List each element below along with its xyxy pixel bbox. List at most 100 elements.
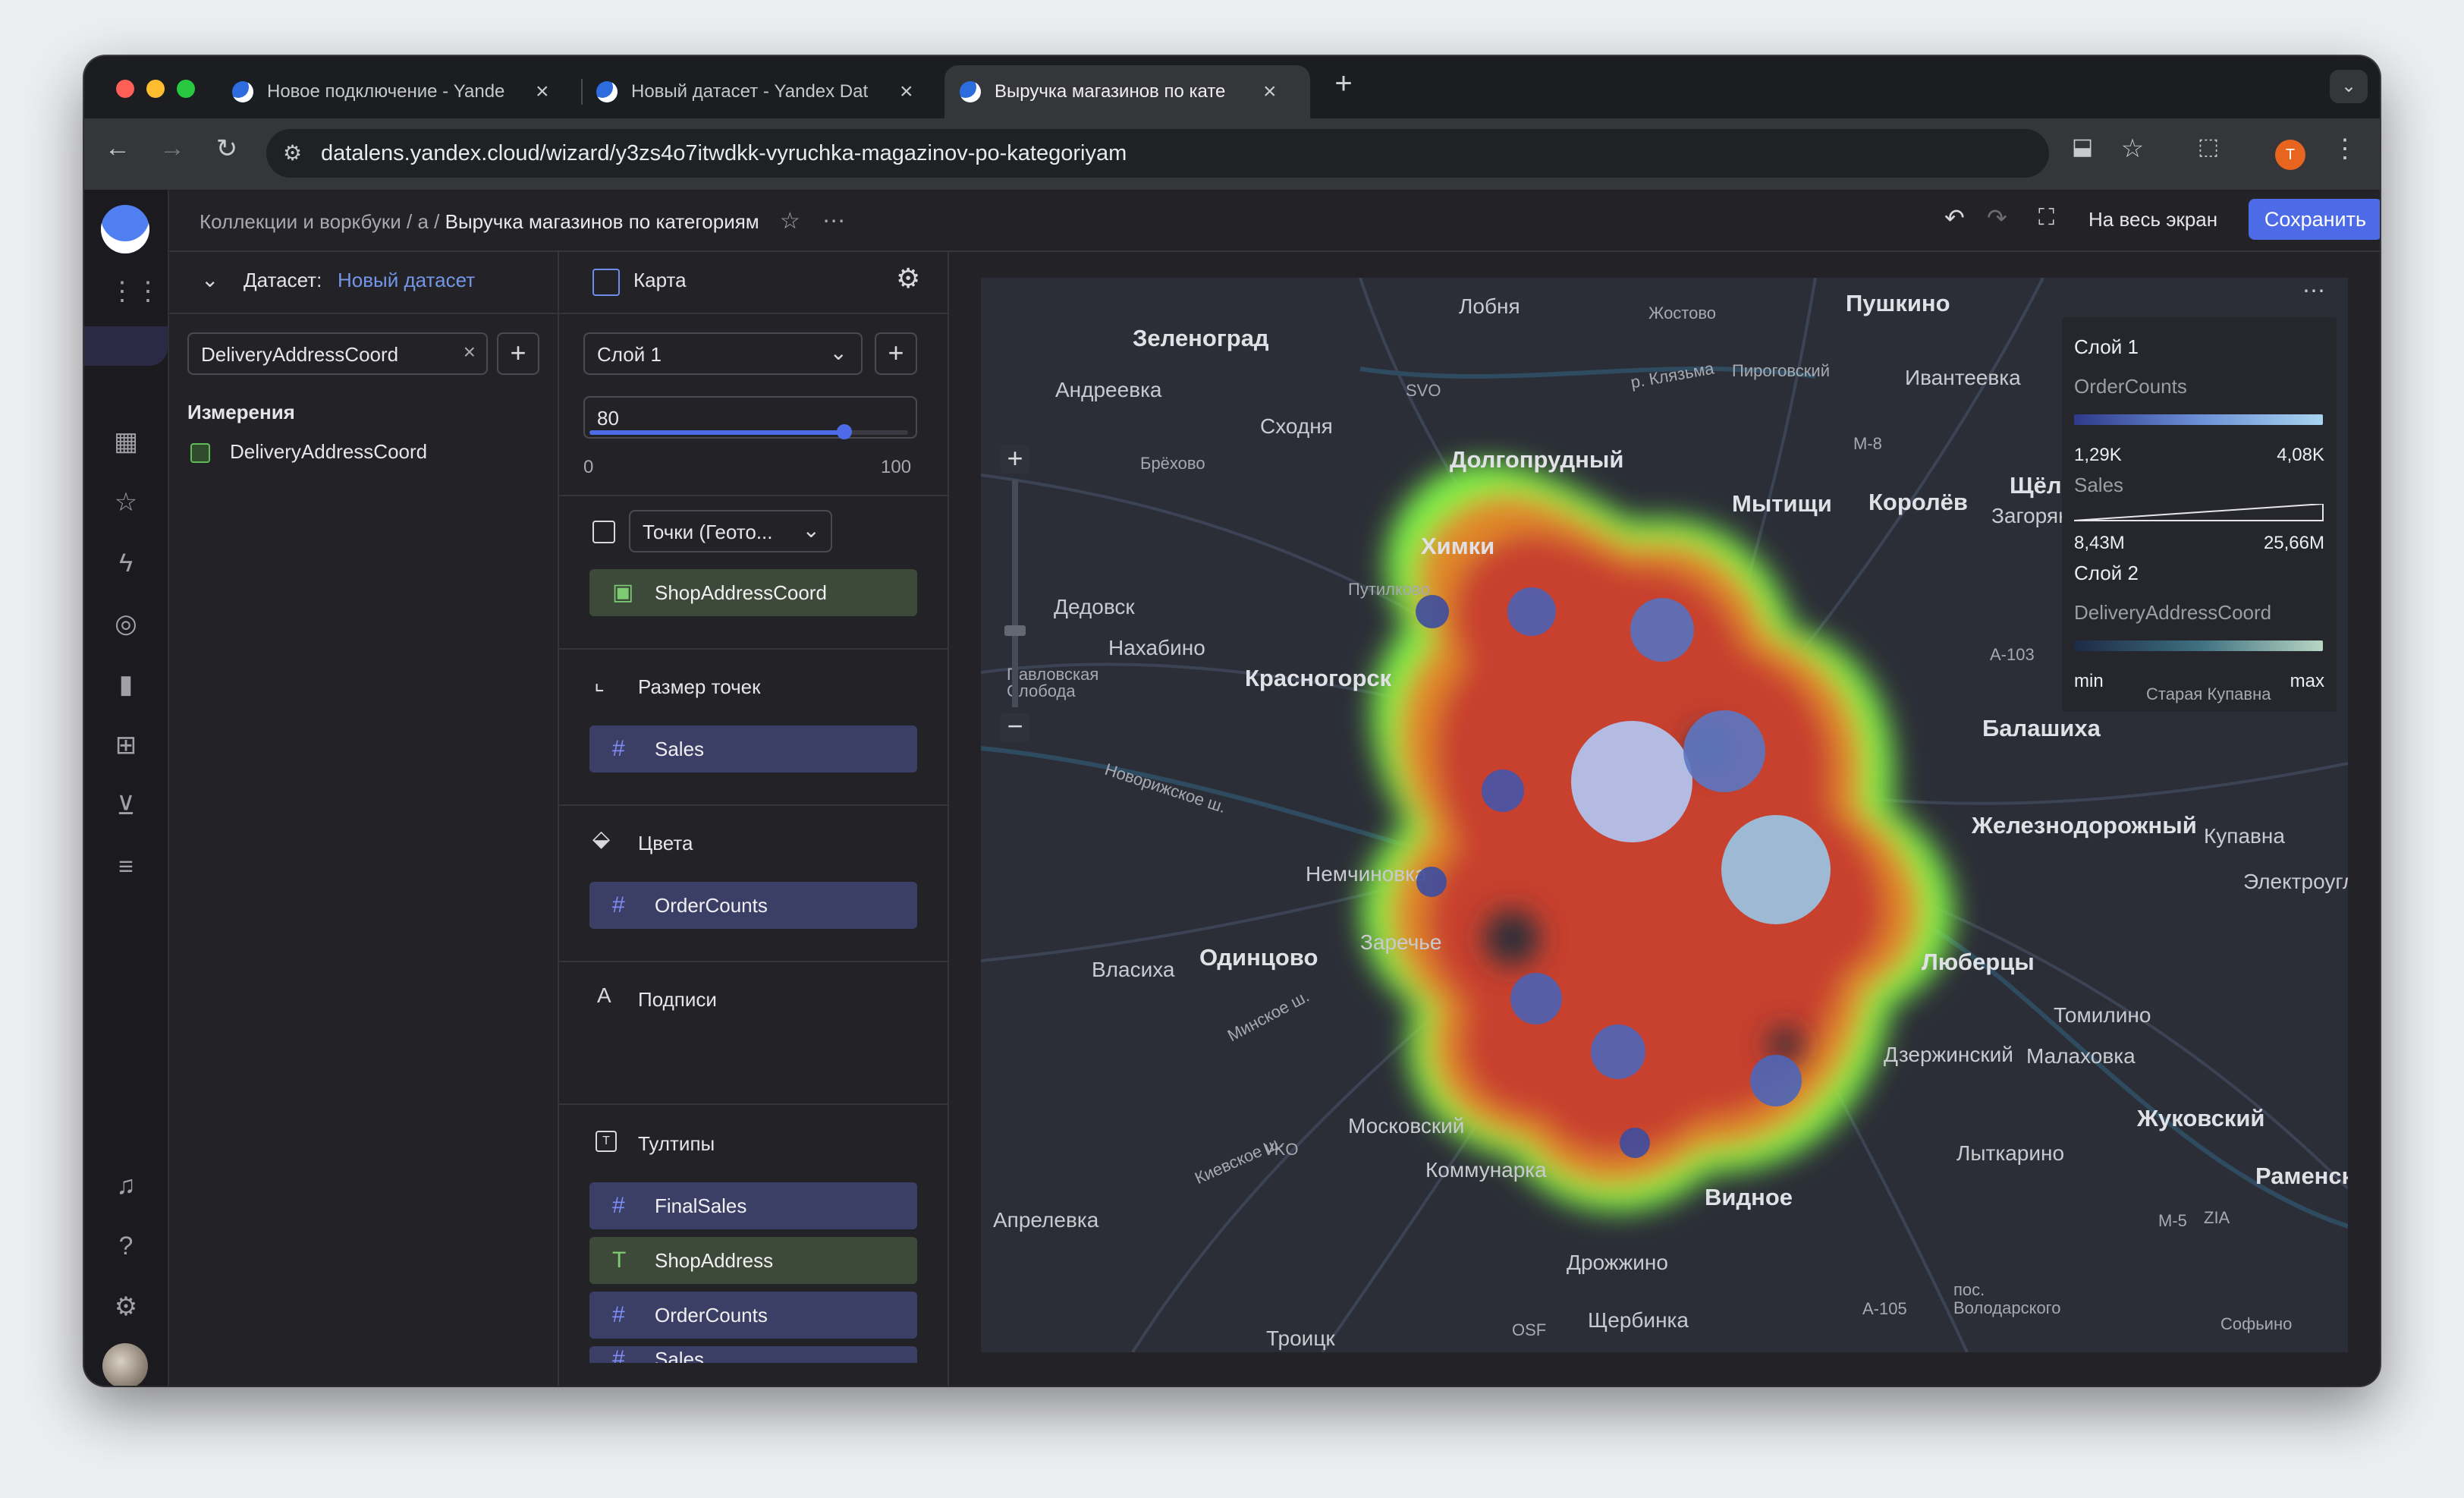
settings-sliders-icon[interactable]: ≡	[109, 850, 143, 883]
install-app-icon[interactable]: ⬓	[2064, 134, 2101, 160]
close-tab-icon[interactable]: ×	[536, 79, 549, 105]
bookmark-star-icon[interactable]: ☆	[2114, 134, 2151, 164]
browser-toolbar: ← → ↻ ⚙ datalens.yandex.cloud/wizard/y3z…	[84, 118, 2380, 190]
new-tab-button[interactable]: +	[1325, 67, 1362, 101]
chart-settings-gear-icon[interactable]: ⚙	[896, 263, 920, 294]
tab-strip: Новое подключение - Yande × Новый датасе…	[84, 56, 2380, 118]
datasets-icon[interactable]: ◎	[109, 607, 143, 640]
opacity-max-label: 100	[881, 457, 912, 477]
shop-point	[1620, 1128, 1650, 1158]
field-search-value: DeliveryAddressCoord	[201, 343, 399, 366]
shop-point	[1482, 769, 1524, 812]
field-search-input[interactable]: DeliveryAddressCoord ×	[187, 332, 488, 375]
datalens-app: ⋮⋮ ▦ ☆ ϟ ◎ ▮ ⊞ ⊻ ≡ ♫ ? ⚙ ▶ Коллекции и в…	[84, 190, 2380, 1386]
collapse-dataset-icon[interactable]: ⌄	[201, 267, 218, 292]
breadcrumb-collections[interactable]: Коллекции и воркбуки	[200, 210, 401, 233]
chevron-down-icon: ⌄	[829, 341, 847, 364]
add-field-button[interactable]: +	[497, 332, 539, 375]
dataset-name-link[interactable]: Новый датасет	[338, 269, 475, 292]
zoom-slider[interactable]	[1004, 480, 1026, 707]
divider	[559, 804, 948, 806]
tooltip-field-label: ShopAddress	[655, 1249, 774, 1272]
geo-dimension-icon: ▣	[612, 580, 634, 605]
datalens-favicon-icon	[960, 81, 981, 102]
datalens-logo-icon[interactable]	[101, 205, 149, 253]
color-field-label: OrderCounts	[655, 894, 768, 917]
redo-icon[interactable]: ↷	[1987, 203, 2007, 232]
browser-tab-active[interactable]: Выручка магазинов по кате ×	[944, 65, 1310, 118]
zoom-slider-thumb[interactable]	[1004, 625, 1026, 636]
minimize-window-button[interactable]	[146, 80, 165, 98]
zoom-in-button[interactable]: +	[1001, 445, 1029, 474]
site-info-icon[interactable]: ⚙	[283, 129, 302, 178]
back-button[interactable]: ←	[99, 134, 136, 163]
user-avatar[interactable]	[102, 1343, 148, 1386]
tooltip-field-chip[interactable]: # FinalSales	[589, 1182, 917, 1229]
geo-type-select[interactable]: Точки (Геото... ⌄	[629, 510, 832, 552]
map-canvas[interactable]: Зеленоград Лобня Жостово Пушкино Андреев…	[981, 278, 2348, 1352]
tooltip-field-label: Sales	[655, 1348, 705, 1363]
geo-field-label: ShopAddressCoord	[655, 581, 827, 604]
reload-button[interactable]: ↻	[209, 134, 245, 164]
color-field-chip[interactable]: # OrderCounts	[589, 882, 917, 929]
browser-tab[interactable]: Новый датасет - Yandex Dat ×	[596, 65, 930, 118]
close-window-button[interactable]	[116, 80, 134, 98]
notifications-bell-icon[interactable]: ♫	[109, 1169, 143, 1202]
address-bar[interactable]: ⚙ datalens.yandex.cloud/wizard/y3zs4o7it…	[266, 129, 2049, 178]
forward-button[interactable]: →	[154, 134, 190, 163]
tooltips-title: Тултипы	[638, 1132, 715, 1155]
point-size-title: Размер точек	[638, 675, 761, 698]
opacity-slider-thumb[interactable]	[837, 424, 852, 439]
legend-color-gradient	[2074, 414, 2323, 425]
navigation-rail: ⋮⋮ ▦ ☆ ϟ ◎ ▮ ⊞ ⊻ ≡ ♫ ? ⚙ ▶	[84, 190, 169, 1386]
marketplace-cart-icon[interactable]: ⊻	[109, 789, 143, 823]
opacity-slider-fill	[589, 430, 844, 435]
fullscreen-icon[interactable]: ⛶	[2038, 205, 2054, 231]
opacity-slider-track[interactable]	[589, 424, 908, 439]
size-field-label: Sales	[655, 738, 705, 760]
browser-menu-icon[interactable]: ⋮	[2327, 134, 2363, 164]
size-field-chip[interactable]: # Sales	[589, 725, 917, 773]
tab-title: Новое подключение - Yande	[267, 81, 505, 102]
more-actions-icon[interactable]: ⋯	[822, 209, 845, 234]
geo-field-chip[interactable]: ▣ ShopAddressCoord	[589, 569, 917, 616]
favorite-star-icon[interactable]: ☆	[780, 209, 800, 234]
tab-title: Выручка магазинов по кате	[995, 81, 1226, 102]
help-icon[interactable]: ?	[109, 1229, 143, 1263]
breadcrumb-folder[interactable]: a	[417, 210, 428, 233]
extensions-icon[interactable]: ⬚	[2190, 134, 2227, 160]
undo-icon[interactable]: ↶	[1944, 203, 1965, 232]
tooltip-field-chip[interactable]: # Sales	[589, 1346, 917, 1363]
chart-type-label[interactable]: Карта	[633, 269, 687, 292]
all-services-icon[interactable]: ⋮⋮	[109, 275, 161, 308]
tab-search-button[interactable]: ⌄	[2330, 70, 2368, 103]
zoom-out-button[interactable]: −	[1001, 713, 1029, 742]
measure-hash-icon: #	[612, 892, 625, 917]
fullscreen-button[interactable]: На весь экран	[2088, 208, 2217, 231]
chart-title[interactable]: Выручка магазинов по категориям	[445, 210, 759, 233]
charts-icon[interactable]: ▮	[109, 668, 143, 701]
divider	[559, 648, 948, 650]
settings-gear-icon[interactable]: ⚙	[109, 1290, 143, 1323]
legend-color-field: OrderCounts	[2074, 375, 2187, 398]
maximize-window-button[interactable]	[177, 80, 195, 98]
connections-icon[interactable]: ϟ	[109, 546, 143, 580]
browser-tab[interactable]: Новое подключение - Yande ×	[232, 65, 566, 118]
clear-search-icon[interactable]: ×	[464, 340, 476, 364]
profile-avatar[interactable]: Т	[2275, 140, 2305, 170]
layer-select[interactable]: Слой 1 ⌄	[583, 332, 863, 375]
dashboards-icon[interactable]: ⊞	[109, 729, 143, 762]
collections-icon[interactable]: ▦	[109, 425, 143, 458]
legend-size-max: 25,66M	[2263, 533, 2324, 553]
close-tab-icon[interactable]: ×	[900, 79, 913, 105]
tooltip-field-chip[interactable]: # OrderCounts	[589, 1292, 917, 1339]
save-button[interactable]: Сохранить	[2249, 199, 2380, 240]
map-more-icon[interactable]: ⋯	[2302, 278, 2325, 304]
legend-heat-field: DeliveryAddressCoord	[2074, 601, 2272, 624]
favorites-icon[interactable]: ☆	[109, 486, 143, 519]
dimension-field[interactable]: DeliveryAddressCoord	[230, 440, 427, 464]
tooltip-field-chip[interactable]: T ShopAddress	[589, 1237, 917, 1284]
add-layer-button[interactable]: +	[875, 332, 917, 375]
colors-title: Цвета	[638, 832, 693, 854]
close-tab-icon[interactable]: ×	[1263, 79, 1277, 105]
